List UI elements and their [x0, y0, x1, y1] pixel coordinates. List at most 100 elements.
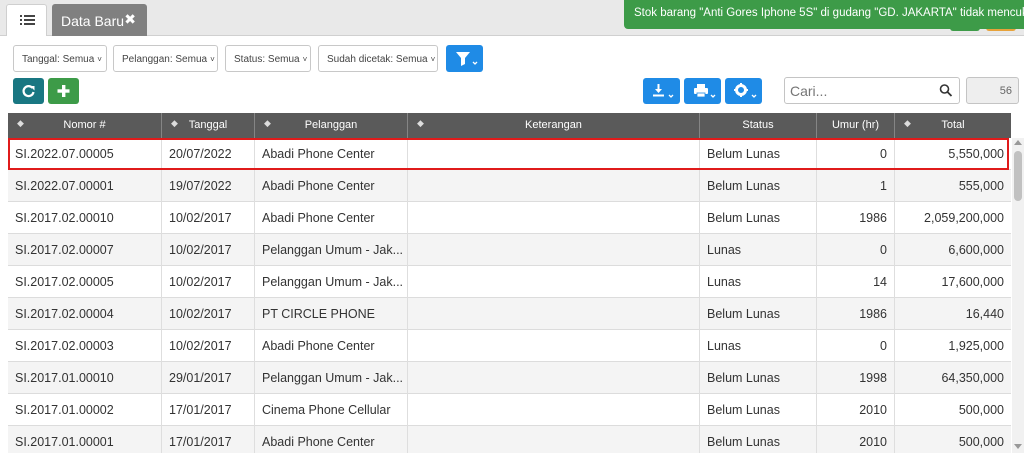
cell-pelanggan: Cinema Phone Cellular	[255, 394, 408, 426]
table-row[interactable]: SI.2017.02.00007 10/02/2017 Pelanggan Umum…	[8, 234, 1011, 266]
column-label: Keterangan	[525, 119, 582, 131]
record-count: 56	[966, 77, 1019, 104]
cell-status: Lunas	[700, 234, 817, 266]
cell-umur: 0	[817, 330, 895, 362]
cell-tanggal: 10/02/2017	[162, 298, 255, 330]
filter-pelanggan-label: Pelanggan: Semua	[122, 54, 208, 65]
cell-total: 1,925,000	[948, 339, 1004, 353]
cell-umur: 1986	[817, 202, 895, 234]
stock-warning-toast[interactable]: Stok barang "Anti Gores Iphone 5S" di gu…	[624, 0, 1024, 29]
chevron-down-icon: ˅	[210, 55, 215, 64]
cell-total: 16,440	[965, 307, 1004, 321]
cell-keterangan	[408, 138, 700, 170]
search-icon[interactable]	[939, 83, 953, 98]
cell-nomor: SI.2017.01.00002	[8, 394, 162, 426]
cell-tanggal: 10/02/2017	[162, 234, 255, 266]
cell-pelanggan: PT CIRCLE PHONE	[255, 298, 408, 330]
cell-tanggal: 10/02/2017	[162, 330, 255, 362]
cell-keterangan	[408, 202, 700, 234]
scroll-down-arrow-icon[interactable]	[1014, 444, 1022, 449]
gear-icon	[734, 83, 757, 98]
cell-nomor: SI.2017.02.00007	[8, 234, 162, 266]
tab-label: Data Baru	[61, 13, 125, 29]
filter-button[interactable]	[446, 45, 483, 72]
cell-keterangan	[408, 266, 700, 298]
scroll-up-arrow-icon[interactable]	[1014, 140, 1022, 145]
sort-icon: ◆	[417, 118, 424, 128]
cell-nomor: SI.2017.02.00004	[8, 298, 162, 330]
cell-nomor: SI.2022.07.00005	[8, 138, 162, 170]
column-header-total[interactable]: ◆ Total	[895, 113, 1011, 138]
column-header-umur[interactable]: Umur (hr)	[817, 113, 895, 138]
column-label: Pelanggan	[304, 119, 358, 131]
cell-keterangan	[408, 426, 700, 453]
menu-button[interactable]	[6, 4, 47, 36]
table-scrollbar[interactable]	[1012, 138, 1024, 453]
plus-icon	[57, 85, 70, 97]
cell-tanggal: 20/07/2022	[162, 138, 255, 170]
cell-tanggal: 19/07/2022	[162, 170, 255, 202]
refresh-button[interactable]	[13, 78, 44, 104]
filter-status[interactable]: Status: Semua ˅	[225, 45, 311, 72]
cell-keterangan	[408, 298, 700, 330]
search-field[interactable]	[784, 77, 960, 104]
search-input[interactable]	[790, 78, 930, 103]
cell-nomor: SI.2017.01.00001	[8, 426, 162, 453]
refresh-icon	[22, 85, 35, 98]
table-row[interactable]: SI.2017.02.00003 10/02/2017 Abadi Phone Ce…	[8, 330, 1011, 362]
table-row[interactable]: SI.2022.07.00001 19/07/2022 Abadi Phone Ce…	[8, 170, 1011, 202]
cell-pelanggan: Pelanggan Umum - Jak...	[255, 234, 408, 266]
toast-text: Stok barang "Anti Gores Iphone 5S" di gu…	[634, 7, 1024, 19]
cell-keterangan	[408, 362, 700, 394]
cell-umur: 0	[817, 234, 895, 266]
print-dropdown-button[interactable]	[684, 78, 721, 104]
sort-icon: ◆	[904, 118, 911, 128]
cell-pelanggan: Abadi Phone Center	[255, 426, 408, 453]
cell-nomor: SI.2017.02.00003	[8, 330, 162, 362]
cell-status: Belum Lunas	[700, 362, 817, 394]
filter-pelanggan[interactable]: Pelanggan: Semua ˅	[113, 45, 218, 72]
table-row[interactable]: SI.2017.01.00002 17/01/2017 Cinema Phone C…	[8, 394, 1011, 426]
filter-icon	[456, 52, 478, 66]
filter-dicetak[interactable]: Sudah dicetak: Semua ˅	[318, 45, 438, 72]
chevron-down-icon: ˅	[302, 55, 308, 64]
cell-keterangan	[408, 330, 700, 362]
add-button[interactable]	[48, 78, 79, 104]
settings-dropdown-button[interactable]	[725, 78, 762, 104]
cell-status: Lunas	[700, 266, 817, 298]
cell-umur: 14	[817, 266, 895, 298]
scroll-thumb[interactable]	[1014, 151, 1022, 201]
filter-tanggal[interactable]: Tanggal: Semua ˅	[13, 45, 107, 72]
cell-total: 5,550,000	[948, 147, 1004, 161]
cell-nomor: SI.2017.02.00010	[8, 202, 162, 234]
sort-icon: ◆	[17, 118, 24, 128]
column-header-tanggal[interactable]: ◆ Tanggal	[162, 113, 255, 138]
cell-pelanggan: Pelanggan Umum - Jak...	[255, 266, 408, 298]
column-header-pelanggan[interactable]: ◆ Pelanggan	[255, 113, 408, 138]
column-header-keterangan[interactable]: ◆ Keterangan	[408, 113, 700, 138]
cell-total: 64,350,000	[941, 371, 1004, 385]
table-row[interactable]: SI.2022.07.00005 20/07/2022 Abadi Phone Ce…	[8, 138, 1011, 170]
cell-status: Belum Lunas	[700, 394, 817, 426]
column-header-status[interactable]: Status	[700, 113, 817, 138]
cell-nomor: SI.2017.02.00005	[8, 266, 162, 298]
table-row[interactable]: SI.2017.02.00005 10/02/2017 Pelanggan Umum…	[8, 266, 1011, 298]
cell-total: 500,000	[958, 435, 1004, 449]
cell-tanggal: 17/01/2017	[162, 426, 255, 453]
column-header-nomor[interactable]: ◆ Nomor #	[8, 113, 162, 138]
table-row[interactable]: SI.2017.01.00010 29/01/2017 Pelanggan Umum…	[8, 362, 1011, 394]
table-row[interactable]: SI.2017.02.00010 10/02/2017 Abadi Phone Ce…	[8, 202, 1011, 234]
column-label: Total	[941, 119, 965, 131]
cell-keterangan	[408, 170, 700, 202]
cell-total: 6,600,000	[948, 243, 1004, 257]
cell-umur: 2010	[817, 394, 895, 426]
tab-data-baru[interactable]: Data Baru ✖	[52, 4, 147, 36]
download-dropdown-button[interactable]	[643, 78, 680, 104]
table-row[interactable]: SI.2017.02.00004 10/02/2017 PT CIRCLE PHON…	[8, 298, 1011, 330]
close-icon[interactable]: ✖	[124, 11, 136, 28]
chevron-down-icon: ˅	[97, 55, 102, 64]
cell-keterangan	[408, 234, 700, 266]
table-row[interactable]: SI.2017.01.00001 17/01/2017 Abadi Phone Ce…	[8, 426, 1011, 453]
cell-status: Belum Lunas	[700, 298, 817, 330]
cell-total: 17,600,000	[941, 275, 1004, 289]
